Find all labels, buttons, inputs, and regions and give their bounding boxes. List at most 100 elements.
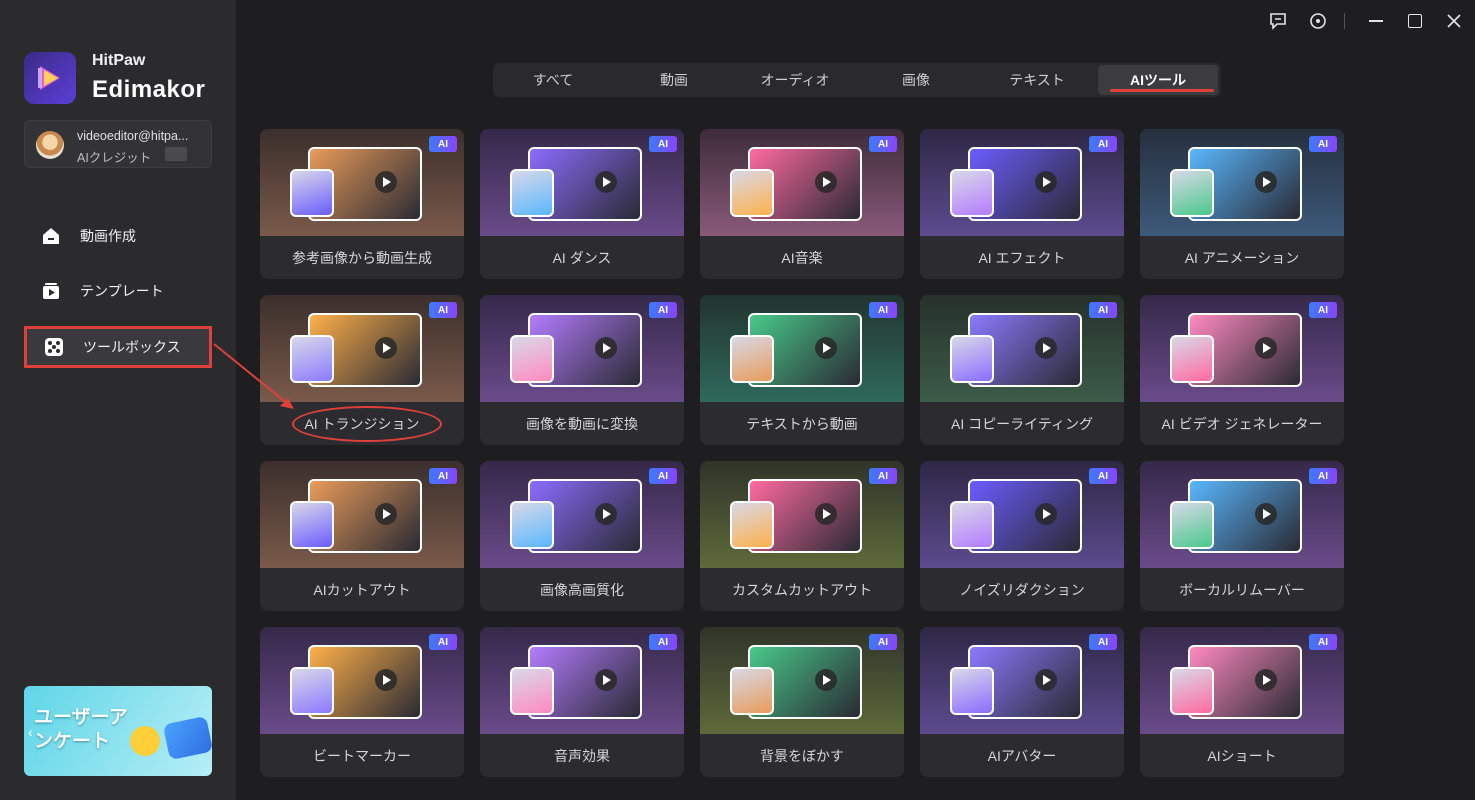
tool-preview-image [510,335,554,383]
play-icon [375,337,397,359]
tool-card[interactable]: AI 音声効果 [480,627,684,777]
tool-card[interactable]: AI AIショート [1140,627,1344,777]
survey-banner[interactable]: ‹ ユーザーアンケート [24,686,212,776]
tool-label: AIショート [1207,747,1277,764]
tool-card[interactable]: AI AI アニメーション [1140,129,1344,279]
avatar [36,131,64,159]
ai-badge: AI [869,136,897,152]
tool-card[interactable]: AI ビートマーカー [260,627,464,777]
tool-card[interactable]: AI ボーカルリムーバー [1140,461,1344,611]
tool-thumbnail: AI [700,627,904,734]
play-icon [1035,171,1057,193]
tool-card[interactable]: AI AI音楽 [700,129,904,279]
tab-audio[interactable]: オーディオ [735,63,855,97]
tool-preview-image [1170,169,1214,217]
tool-label: 音声効果 [554,747,610,764]
tool-card[interactable]: AI AI エフェクト [920,129,1124,279]
tool-thumbnail: AI [920,627,1124,734]
tool-preview-image [730,169,774,217]
tool-thumbnail: AI [480,129,684,236]
sidebar-item-create-video[interactable]: 動画作成 [24,215,212,257]
tool-card[interactable]: AI 背景をぼかす [700,627,904,777]
tool-label: AI ダンス [552,249,612,266]
play-icon [595,669,617,691]
tool-preview-image [950,335,994,383]
tool-card[interactable]: AI 画像高画質化 [480,461,684,611]
tool-label: 背景をぼかす [760,747,844,764]
play-icon [815,669,837,691]
play-icon [815,171,837,193]
tab-all[interactable]: すべて [493,63,613,97]
tool-thumbnail: AI [700,461,904,568]
tool-card[interactable]: AI AI ダンス [480,129,684,279]
tool-card[interactable]: AI ノイズリダクション [920,461,1124,611]
ai-badge: AI [1089,136,1117,152]
tool-card[interactable]: AI AI ビデオ ジェネレーター [1140,295,1344,445]
ai-badge: AI [1309,302,1337,318]
close-icon[interactable] [1443,10,1465,32]
sidebar-item-label: 動画作成 [80,228,136,244]
tab-video[interactable]: 動画 [614,63,734,97]
tool-label: AIアバター [987,747,1057,764]
tool-preview-image [950,169,994,217]
ai-badge: AI [869,634,897,650]
settings-icon[interactable] [1307,10,1329,32]
tool-card[interactable]: AI 画像を動画に変換 [480,295,684,445]
ai-credit-label: AIクレジット [77,151,152,165]
ai-badge: AI [1089,302,1117,318]
tool-card[interactable]: AI 参考画像から動画生成 [260,129,464,279]
tool-card[interactable]: AI カスタムカットアウト [700,461,904,611]
minimize-icon[interactable] [1365,10,1387,32]
tool-preview-image [510,501,554,549]
tool-thumbnail: AI [1140,627,1344,734]
play-icon [1035,337,1057,359]
sidebar-item-templates[interactable]: テンプレート [24,270,212,312]
tool-label: AI音楽 [781,249,823,266]
tab-image[interactable]: 画像 [856,63,976,97]
tool-card[interactable]: AI テキストから動画 [700,295,904,445]
tool-card[interactable]: AI AIカットアウト [260,461,464,611]
ai-badge: AI [429,302,457,318]
titlebar-divider [1339,10,1349,32]
ai-badge: AI [649,302,677,318]
ai-badge: AI [1089,634,1117,650]
annotation-arrow [213,343,294,409]
tab-text[interactable]: テキスト [977,63,1097,97]
play-icon [815,503,837,525]
template-icon [40,280,62,302]
account-panel[interactable]: videoeditor@hitpa... AIクレジット [24,120,212,168]
active-tab-underline [1110,89,1214,92]
smile-emoji-icon [130,726,160,756]
ai-badge: AI [1309,468,1337,484]
tool-thumbnail: AI [700,129,904,236]
tool-preview-image [730,501,774,549]
ai-badge: AI [649,634,677,650]
play-icon [815,337,837,359]
tool-preview-image [510,667,554,715]
sidebar-item-toolbox[interactable]: ツールボックス [24,326,212,368]
tool-card[interactable]: AI AI コピーライティング [920,295,1124,445]
maximize-icon[interactable] [1404,10,1426,32]
play-icon [1255,171,1277,193]
brand-name: Edimakor [92,76,206,103]
tool-card[interactable]: AI AIアバター [920,627,1124,777]
survey-banner-text: ユーザーアンケート [34,707,128,752]
ai-badge: AI [649,136,677,152]
tool-thumbnail: AI [480,295,684,402]
ai-badge: AI [1309,634,1337,650]
play-icon [375,669,397,691]
tool-thumbnail: AI [920,129,1124,236]
ai-badge: AI [649,468,677,484]
tool-preview-image [290,501,334,549]
ai-badge: AI [1089,468,1117,484]
tool-label: 画像高画質化 [540,581,624,598]
tool-label: AI エフェクト [978,249,1066,266]
tool-preview-image [290,667,334,715]
play-icon [1255,337,1277,359]
sidebar-item-label: テンプレート [80,283,164,299]
tool-label: AI アニメーション [1184,249,1300,266]
tool-thumbnail: AI [920,295,1124,402]
play-icon [1035,669,1057,691]
tool-thumbnail: AI [1140,129,1344,236]
feedback-icon[interactable] [1267,10,1289,32]
